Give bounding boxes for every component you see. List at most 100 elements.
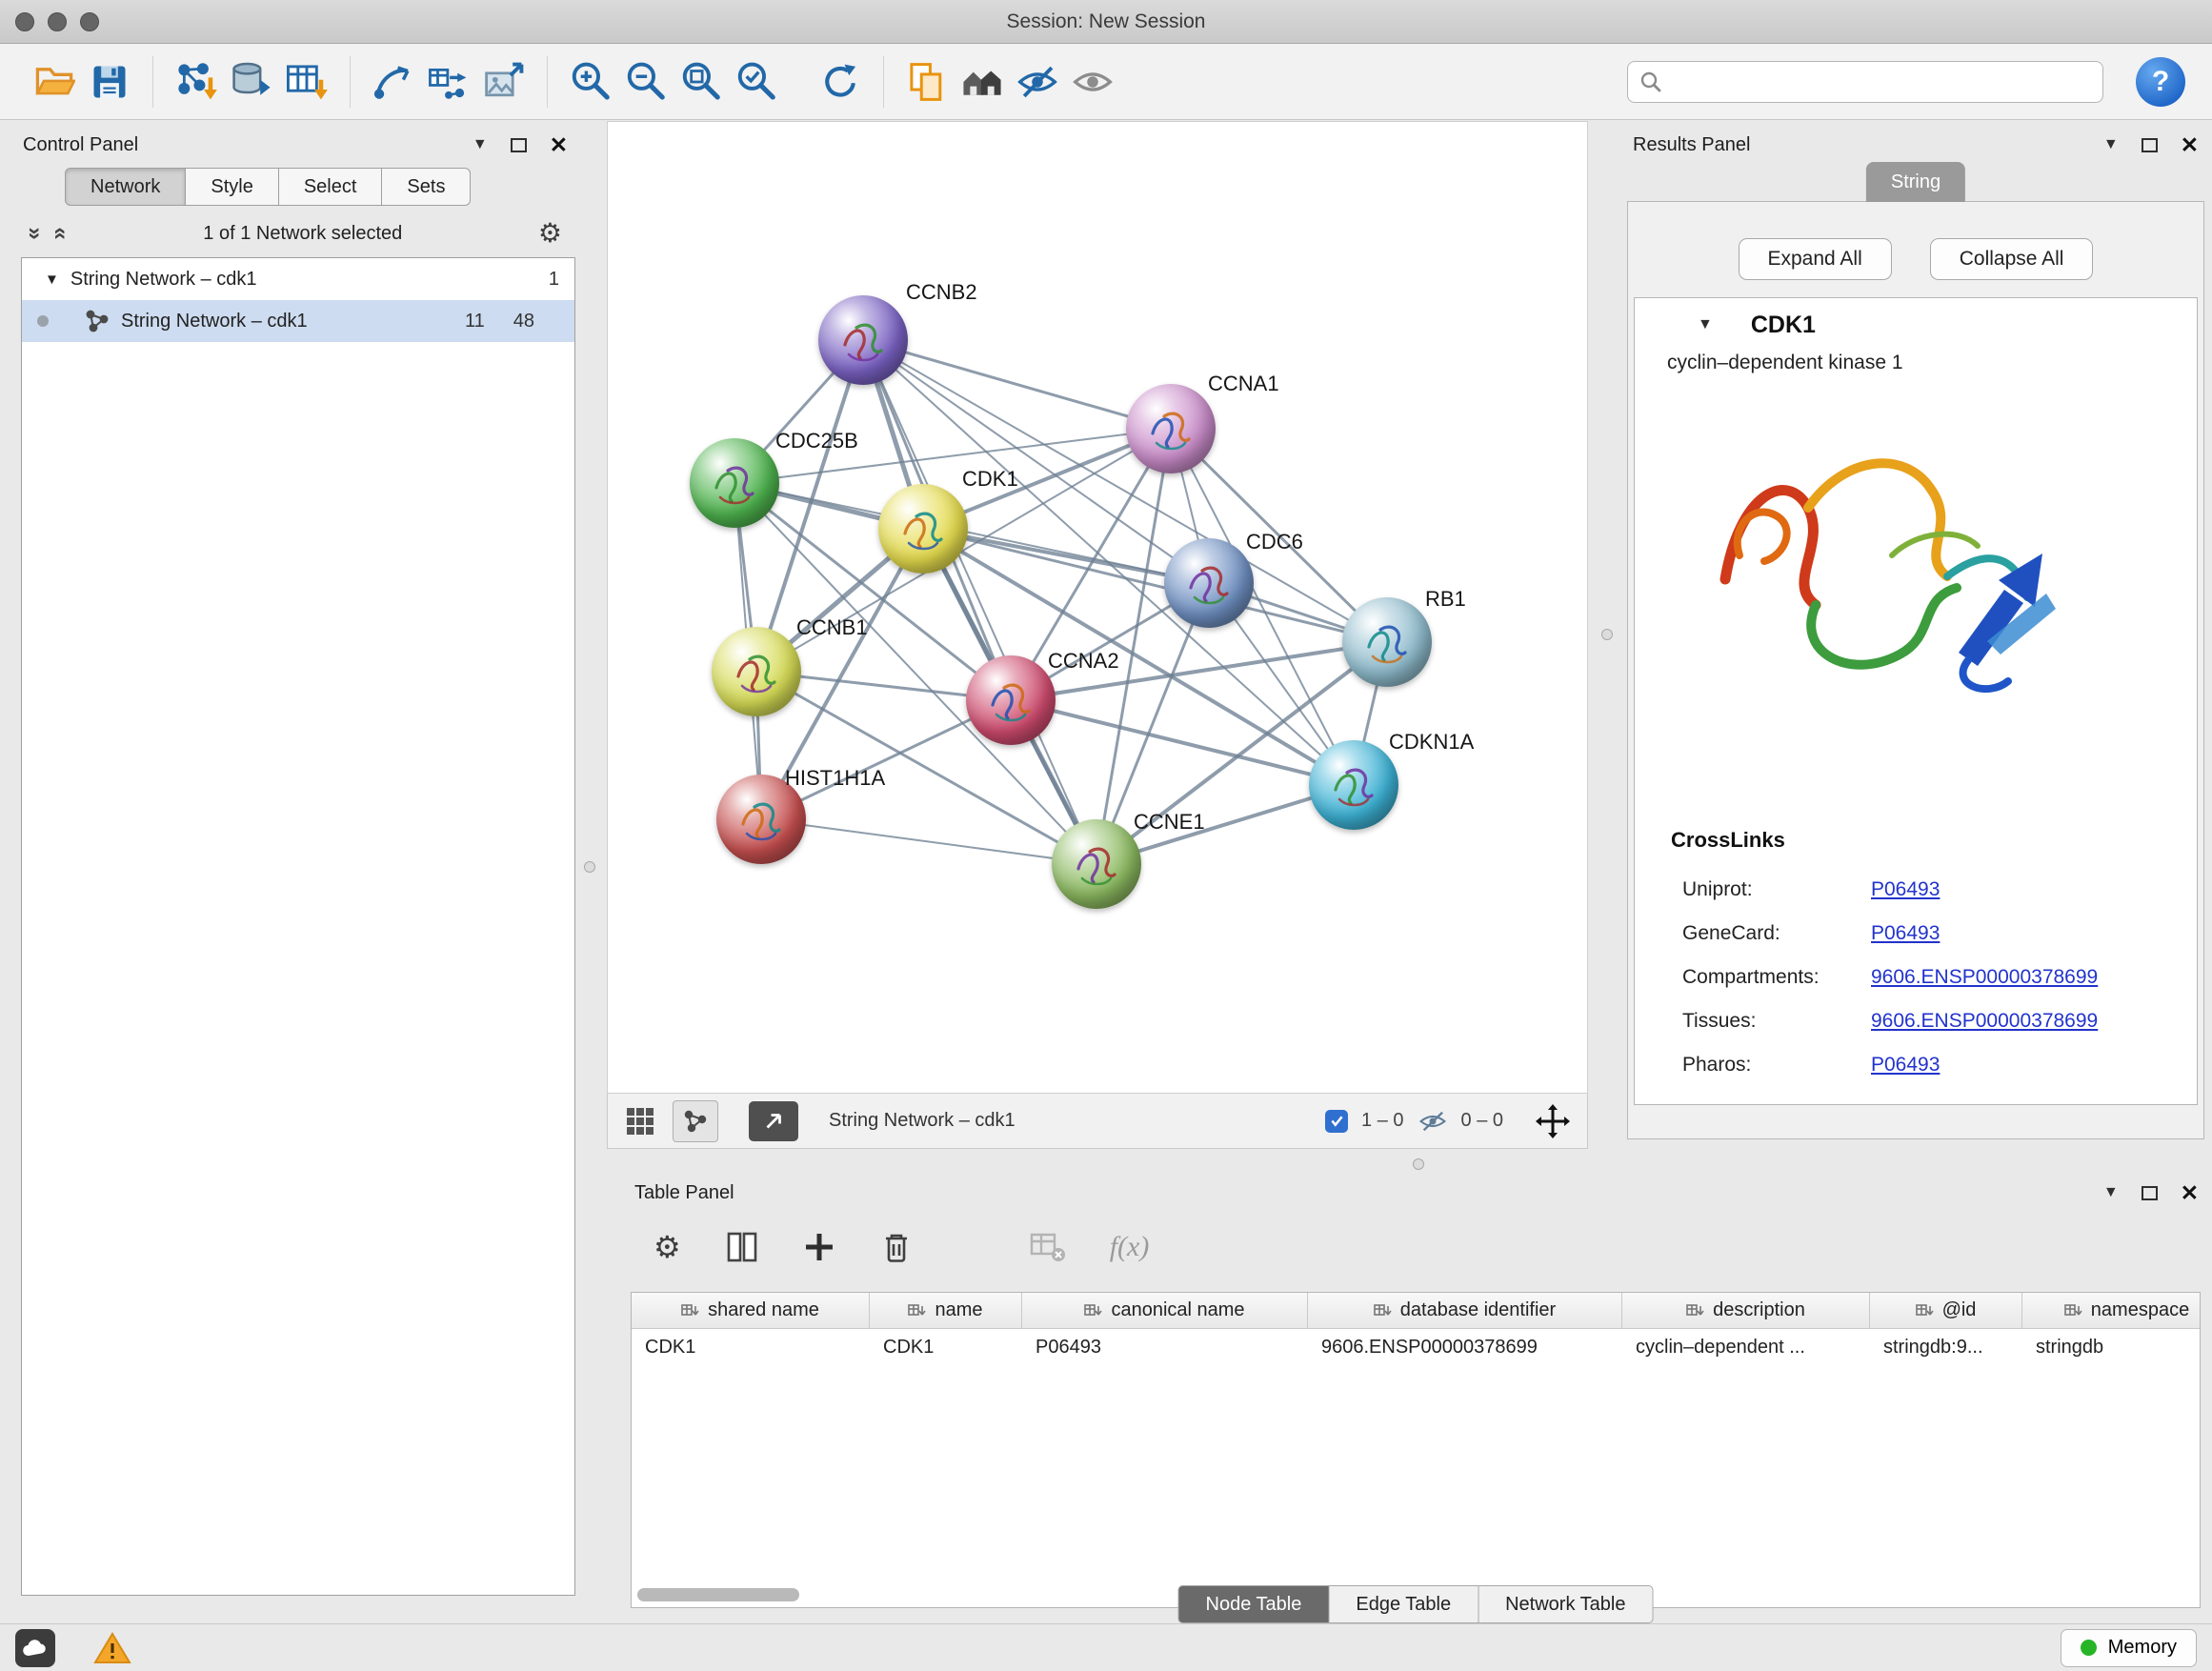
horizontal-scrollbar[interactable]: [637, 1588, 799, 1601]
tab-edge-table[interactable]: Edge Table: [1329, 1585, 1478, 1623]
tab-string[interactable]: String: [1866, 162, 1965, 202]
apply-layout-button[interactable]: [813, 54, 868, 110]
network-node-CDKN1A[interactable]: [1309, 740, 1398, 830]
add-column-plus-icon[interactable]: [803, 1231, 835, 1263]
network-edge[interactable]: [863, 340, 1096, 864]
node-label-CCNE1: CCNE1: [1134, 810, 1205, 835]
close-window-button[interactable]: [15, 12, 34, 31]
expand-all-button[interactable]: Expand All: [1739, 238, 1892, 280]
home-button[interactable]: [955, 54, 1010, 110]
network-node-CCNB1[interactable]: [712, 627, 801, 716]
column-header-namespace[interactable]: namespace: [2022, 1293, 2201, 1328]
network-view[interactable]: CCNB2 CCNA1 CDC25B CDK1 CDC6 RB1 CCNB1 C…: [607, 121, 1588, 1094]
network-share-toggle[interactable]: [673, 1100, 718, 1142]
column-header-canonical-name[interactable]: canonical name: [1022, 1293, 1308, 1328]
import-network-from-database-button[interactable]: [224, 54, 279, 110]
table-row[interactable]: CDK1CDK1P064939606.ENSP00000378699cyclin…: [632, 1329, 2200, 1365]
tab-style[interactable]: Style: [186, 168, 278, 206]
tab-sets[interactable]: Sets: [382, 168, 471, 206]
float-panel-icon[interactable]: [2142, 138, 2158, 152]
maximize-window-button[interactable]: [80, 12, 99, 31]
minimize-window-button[interactable]: [48, 12, 67, 31]
new-network-button[interactable]: [366, 54, 421, 110]
tab-network-table[interactable]: Network Table: [1478, 1585, 1653, 1623]
table-cell[interactable]: stringdb: [2022, 1337, 2201, 1359]
zoom-out-button[interactable]: [618, 54, 674, 110]
network-node-CDK1[interactable]: [878, 484, 968, 574]
crosslink-link[interactable]: P06493: [1871, 922, 1940, 945]
table-cell[interactable]: P06493: [1022, 1337, 1308, 1359]
zoom-in-button[interactable]: [563, 54, 618, 110]
cloud-button[interactable]: [15, 1629, 55, 1667]
network-collection-row[interactable]: ▼ String Network – cdk1 1: [22, 258, 574, 300]
close-panel-icon[interactable]: ✕: [550, 134, 568, 156]
collapse-all-icon[interactable]: »: [24, 227, 47, 239]
network-edge[interactable]: [761, 819, 1096, 864]
protein-squiggle-icon: [895, 501, 951, 556]
move-crosshair-icon[interactable]: [1536, 1104, 1570, 1138]
left-splitter-handle[interactable]: [584, 861, 595, 873]
zoom-fit-button[interactable]: [674, 54, 729, 110]
open-session-button[interactable]: [27, 54, 82, 110]
column-header-description[interactable]: description: [1622, 1293, 1870, 1328]
column-header-@id[interactable]: @id: [1870, 1293, 2022, 1328]
warning-icon[interactable]: [93, 1631, 131, 1665]
column-header-database-identifier[interactable]: database identifier: [1308, 1293, 1622, 1328]
network-row[interactable]: String Network – cdk1 11 48: [22, 300, 574, 342]
tree-caret-icon[interactable]: ▼: [45, 272, 59, 288]
show-all-button[interactable]: [1065, 54, 1120, 110]
open-in-browser-button[interactable]: [749, 1101, 798, 1141]
collapse-all-button[interactable]: Collapse All: [1930, 238, 2094, 280]
collapse-panel-icon[interactable]: ▼: [473, 136, 488, 153]
birds-eye-grid-icon[interactable]: [625, 1106, 655, 1137]
crosslink-link[interactable]: 9606.ENSP00000378699: [1871, 966, 2098, 989]
network-node-RB1[interactable]: [1342, 597, 1432, 687]
network-node-CDC25B[interactable]: [690, 438, 779, 528]
selected-checkbox-icon[interactable]: [1325, 1110, 1348, 1133]
column-header-name[interactable]: name: [870, 1293, 1022, 1328]
close-panel-icon[interactable]: ✕: [2181, 134, 2199, 156]
section-caret-icon[interactable]: ▼: [1698, 316, 1713, 333]
annotation-copy-button[interactable]: [899, 54, 955, 110]
import-network-from-file-button[interactable]: [169, 54, 224, 110]
network-node-CCNE1[interactable]: [1052, 819, 1141, 909]
right-splitter-handle[interactable]: [1601, 629, 1613, 640]
table-cell[interactable]: stringdb:9...: [1870, 1337, 2022, 1359]
table-settings-gear-icon[interactable]: ⚙: [654, 1232, 681, 1262]
bottom-splitter-handle[interactable]: [1413, 1158, 1424, 1170]
save-session-button[interactable]: [82, 54, 137, 110]
network-node-CCNB2[interactable]: [818, 295, 908, 385]
close-panel-icon[interactable]: ✕: [2181, 1182, 2199, 1204]
network-node-CDC6[interactable]: [1164, 538, 1254, 628]
table-cell[interactable]: cyclin–dependent ...: [1622, 1337, 1870, 1359]
help-button[interactable]: ?: [2136, 57, 2185, 107]
table-cell[interactable]: CDK1: [870, 1337, 1022, 1359]
collapse-panel-icon[interactable]: ▼: [2103, 1184, 2119, 1201]
table-cell[interactable]: CDK1: [632, 1337, 870, 1359]
float-panel-icon[interactable]: [2142, 1186, 2158, 1200]
hide-selected-button[interactable]: [1010, 54, 1065, 110]
crosslink-link[interactable]: P06493: [1871, 878, 1940, 901]
tab-node-table[interactable]: Node Table: [1178, 1585, 1330, 1623]
search-input[interactable]: [1670, 70, 2091, 92]
table-cell[interactable]: 9606.ENSP00000378699: [1308, 1337, 1622, 1359]
memory-button[interactable]: Memory: [2061, 1629, 2197, 1667]
tab-network[interactable]: Network: [65, 168, 186, 206]
export-image-button[interactable]: [476, 54, 532, 110]
crosslink-link[interactable]: P06493: [1871, 1054, 1940, 1077]
expand-all-icon[interactable]: «: [50, 227, 72, 239]
zoom-selected-button[interactable]: [729, 54, 784, 110]
float-panel-icon[interactable]: [511, 138, 527, 152]
crosslink-link[interactable]: 9606.ENSP00000378699: [1871, 1010, 2098, 1033]
gear-icon[interactable]: ⚙: [538, 220, 562, 247]
network-edge[interactable]: [863, 340, 1171, 429]
network-node-CCNA1[interactable]: [1126, 384, 1216, 473]
show-columns-icon[interactable]: [725, 1230, 759, 1264]
tab-select[interactable]: Select: [279, 168, 383, 206]
collapse-panel-icon[interactable]: ▼: [2103, 136, 2119, 153]
delete-column-trash-icon[interactable]: [879, 1230, 914, 1264]
import-table-from-file-button[interactable]: [279, 54, 334, 110]
new-network-from-table-button[interactable]: [421, 54, 476, 110]
column-header-shared-name[interactable]: shared name: [632, 1293, 870, 1328]
network-node-CCNA2[interactable]: [966, 655, 1056, 745]
